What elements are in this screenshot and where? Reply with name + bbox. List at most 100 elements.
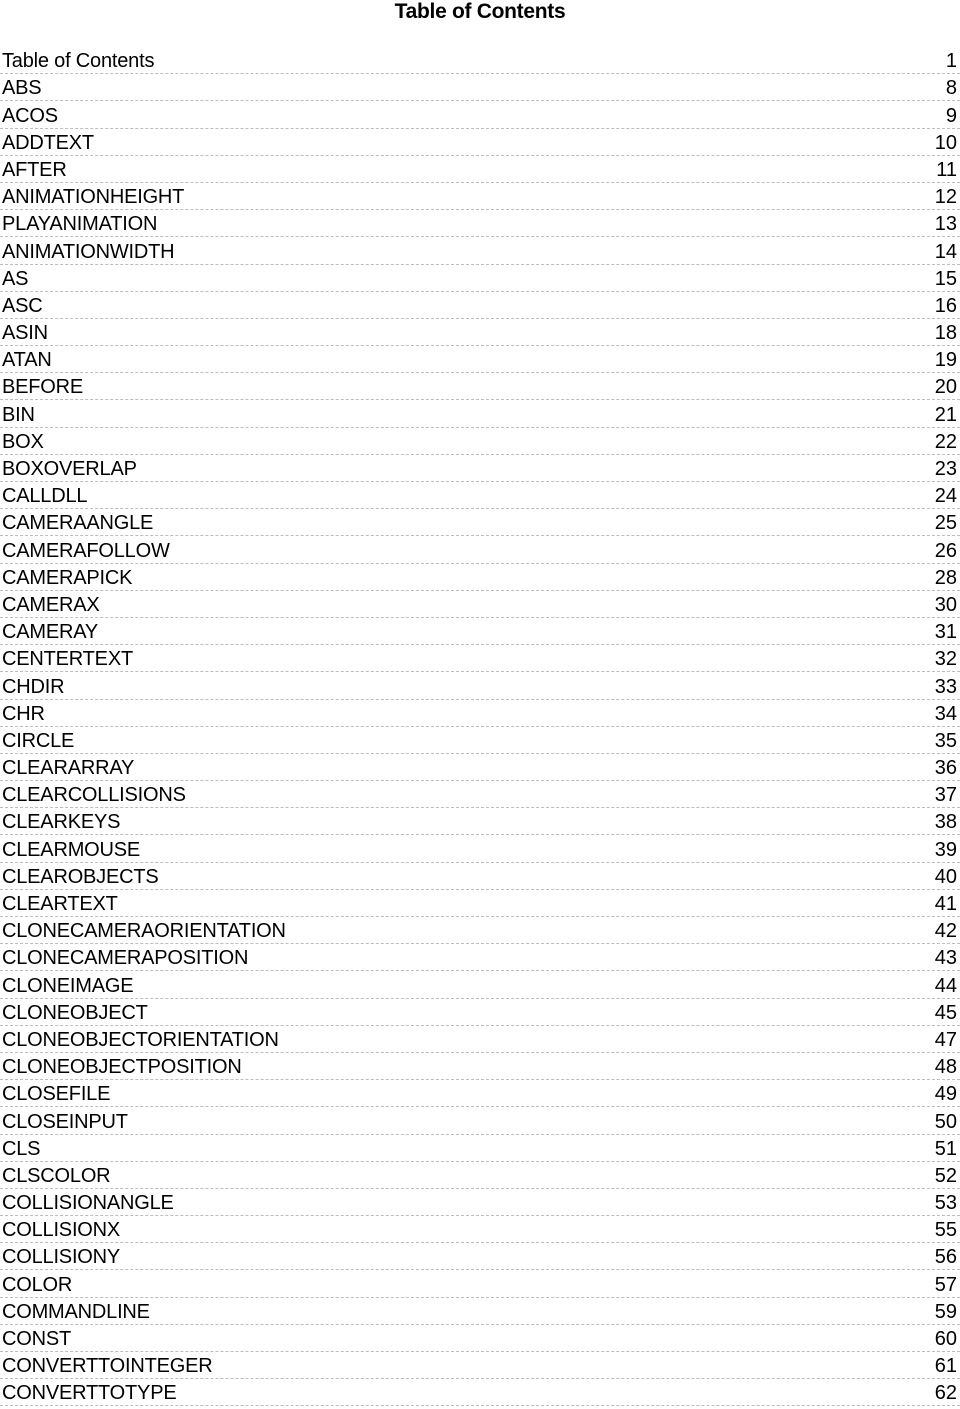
toc-entry[interactable]: ASC 16 — [0, 292, 960, 319]
toc-entry[interactable]: BEFORE 20 — [0, 373, 960, 401]
toc-entry-label[interactable]: CLOSEFILE — [2, 1083, 110, 1105]
toc-entry[interactable]: CLOSEINPUT 50 — [0, 1107, 960, 1135]
toc-entry-label[interactable]: CIRCLE — [2, 730, 74, 752]
toc-entry-label[interactable]: BEFORE — [2, 376, 83, 398]
toc-entry[interactable]: CLOSEFILE 49 — [0, 1080, 960, 1108]
toc-entry-label[interactable]: ANIMATIONHEIGHT — [2, 186, 184, 208]
toc-entry-label[interactable]: CLEAROBJECTS — [2, 866, 159, 888]
toc-entry[interactable]: CAMERAPICK 28 — [0, 564, 960, 591]
toc-entry-label[interactable]: CLS — [2, 1138, 41, 1160]
toc-entry-label[interactable]: AFTER — [2, 159, 67, 181]
toc-entry[interactable]: BIN 21 — [0, 400, 960, 428]
toc-entry-label[interactable]: ATAN — [2, 349, 52, 371]
toc-entry[interactable]: CLONECAMERAPOSITION 43 — [0, 944, 960, 972]
toc-entry-label[interactable]: AS — [2, 268, 28, 290]
toc-entry[interactable]: CAMERAANGLE 25 — [0, 509, 960, 537]
toc-entry[interactable]: CLSCOLOR 52 — [0, 1162, 960, 1189]
toc-entry[interactable]: PLAYANIMATION 13 — [0, 210, 960, 238]
toc-entry[interactable]: BOX 22 — [0, 428, 960, 455]
toc-entry-label[interactable]: COLLISIONANGLE — [2, 1192, 174, 1214]
toc-entry-label[interactable]: COMMANDLINE — [2, 1301, 150, 1323]
toc-entry[interactable]: CAMERAY 31 — [0, 618, 960, 646]
toc-entry[interactable]: CENTERTEXT 32 — [0, 645, 960, 673]
toc-entry[interactable]: CLONECAMERAORIENTATION 42 — [0, 917, 960, 945]
toc-entry[interactable]: COLLISIONANGLE 53 — [0, 1189, 960, 1217]
toc-entry-label[interactable]: COLOR — [2, 1274, 72, 1296]
toc-entry[interactable]: COLOR 57 — [0, 1270, 960, 1298]
toc-entry[interactable]: ANIMATIONWIDTH 14 — [0, 237, 960, 265]
toc-entry-label[interactable]: CLONECAMERAPOSITION — [2, 947, 248, 969]
toc-entry[interactable]: COLLISIONX 55 — [0, 1216, 960, 1244]
toc-entry-label[interactable]: BIN — [2, 404, 35, 426]
toc-entry[interactable]: CAMERAX 30 — [0, 591, 960, 618]
toc-entry[interactable]: CLEARMOUSE 39 — [0, 835, 960, 863]
toc-entry[interactable]: CLONEOBJECT 45 — [0, 999, 960, 1026]
toc-entry[interactable]: Table of Contents 1 — [0, 47, 960, 75]
toc-entry[interactable]: ASIN 18 — [0, 319, 960, 347]
toc-entry[interactable]: ADDTEXT 10 — [0, 129, 960, 156]
toc-entry-label[interactable]: PLAYANIMATION — [2, 213, 157, 235]
toc-entry-label[interactable]: CAMERAANGLE — [2, 512, 153, 534]
toc-entry[interactable]: CLEAROBJECTS 40 — [0, 863, 960, 890]
toc-entry-label[interactable]: Table of Contents — [2, 50, 154, 72]
toc-entry[interactable]: CHDIR 33 — [0, 672, 960, 700]
toc-entry-label[interactable]: CLONEOBJECTPOSITION — [2, 1056, 242, 1078]
toc-entry-label[interactable]: CLONEOBJECTORIENTATION — [2, 1029, 279, 1051]
toc-entry[interactable]: CAMERAFOLLOW 26 — [0, 536, 960, 564]
toc-entry-label[interactable]: CLONECAMERAORIENTATION — [2, 920, 286, 942]
toc-entry[interactable]: BOXOVERLAP 23 — [0, 455, 960, 482]
toc-entry-label[interactable]: CAMERAY — [2, 621, 98, 643]
toc-entry-label[interactable]: BOX — [2, 431, 44, 453]
toc-entry-label[interactable]: CONST — [2, 1328, 71, 1350]
toc-entry-label[interactable]: CHR — [2, 703, 45, 725]
toc-entry-label[interactable]: CONVERTTOTYPE — [2, 1382, 177, 1404]
toc-entry[interactable]: CHR 34 — [0, 700, 960, 727]
toc-entry[interactable]: CLEARCOLLISIONS 37 — [0, 781, 960, 809]
toc-entry-label[interactable]: ANIMATIONWIDTH — [2, 241, 175, 263]
toc-entry-label[interactable]: COLLISIONX — [2, 1219, 120, 1241]
toc-entry-label[interactable]: ADDTEXT — [2, 132, 94, 154]
toc-entry[interactable]: CIRCLE 35 — [0, 727, 960, 754]
toc-entry-label[interactable]: CLEARARRAY — [2, 757, 134, 779]
toc-entry[interactable]: CLONEOBJECTORIENTATION 47 — [0, 1026, 960, 1053]
toc-entry-label[interactable]: CLEARCOLLISIONS — [2, 784, 186, 806]
toc-entry[interactable]: CLONEOBJECTPOSITION 48 — [0, 1053, 960, 1081]
toc-entry-label[interactable]: BOXOVERLAP — [2, 458, 137, 480]
toc-entry-label[interactable]: ACOS — [2, 105, 58, 127]
toc-entry[interactable]: COLLISIONY 56 — [0, 1243, 960, 1271]
toc-entry-label[interactable]: CLEARMOUSE — [2, 839, 140, 861]
toc-entry-label[interactable]: CLONEOBJECT — [2, 1002, 148, 1024]
toc-entry[interactable]: CLS 51 — [0, 1135, 960, 1162]
toc-entry[interactable]: ACOS 9 — [0, 101, 960, 129]
toc-entry-label[interactable]: CAMERAX — [2, 594, 100, 616]
toc-entry-label[interactable]: CONVERTTOINTEGER — [2, 1355, 213, 1377]
toc-entry[interactable]: CLEARARRAY 36 — [0, 754, 960, 782]
toc-entry[interactable]: CLEARTEXT 41 — [0, 890, 960, 917]
toc-entry-label[interactable]: ASIN — [2, 322, 48, 344]
toc-entry-label[interactable]: COLLISIONY — [2, 1246, 120, 1268]
toc-entry[interactable]: ABS 8 — [0, 74, 960, 102]
toc-entry-label[interactable]: CLEARKEYS — [2, 811, 120, 833]
toc-entry[interactable]: CALLDLL 24 — [0, 482, 960, 510]
toc-entry[interactable]: CONVERTTOINTEGER 61 — [0, 1352, 960, 1380]
toc-entry[interactable]: CONVERTTOTYPE 62 — [0, 1379, 960, 1407]
toc-entry[interactable]: CLONEIMAGE 44 — [0, 971, 960, 999]
toc-entry[interactable]: AS 15 — [0, 265, 960, 292]
toc-entry-label[interactable]: CLONEIMAGE — [2, 975, 134, 997]
toc-entry-label[interactable]: ASC — [2, 295, 43, 317]
toc-entry[interactable]: ANIMATIONHEIGHT 12 — [0, 183, 960, 211]
toc-entry-label[interactable]: CLSCOLOR — [2, 1165, 111, 1187]
toc-entry[interactable]: CLEARKEYS 38 — [0, 808, 960, 836]
toc-entry-label[interactable]: CLOSEINPUT — [2, 1111, 128, 1133]
toc-entry-label[interactable]: CHDIR — [2, 676, 65, 698]
toc-entry[interactable]: AFTER 11 — [0, 156, 960, 183]
toc-entry-label[interactable]: CAMERAPICK — [2, 567, 132, 589]
toc-entry-label[interactable]: CALLDLL — [2, 485, 88, 507]
toc-entry-label[interactable]: CLEARTEXT — [2, 893, 118, 915]
toc-entry[interactable]: CONST 60 — [0, 1325, 960, 1352]
toc-entry[interactable]: ATAN 19 — [0, 346, 960, 374]
toc-entry-label[interactable]: CAMERAFOLLOW — [2, 540, 170, 562]
toc-entry-label[interactable]: ABS — [2, 77, 42, 99]
toc-entry[interactable]: COMMANDLINE 59 — [0, 1298, 960, 1325]
toc-entry-label[interactable]: CENTERTEXT — [2, 648, 133, 670]
